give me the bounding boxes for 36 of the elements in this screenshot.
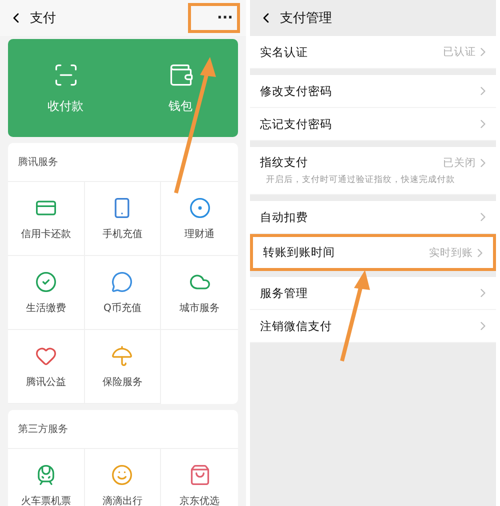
bag-icon bbox=[188, 464, 211, 486]
smile-icon bbox=[111, 464, 134, 486]
row-label: 注销微信支付 bbox=[260, 318, 333, 334]
row-value: 已关闭 bbox=[443, 156, 476, 170]
row-label: 服务管理 bbox=[260, 286, 309, 300]
service-item[interactable]: 保险服务 bbox=[84, 330, 162, 404]
chat-icon bbox=[111, 270, 134, 292]
settings-row[interactable]: 转账到账时间 实时到账 bbox=[250, 234, 496, 271]
service-item[interactable]: 手机充值 bbox=[84, 182, 162, 256]
check-icon bbox=[34, 270, 57, 292]
page-title: 支付 bbox=[30, 10, 57, 27]
row-label: 忘记支付密码 bbox=[260, 116, 333, 132]
row-note: 开启后，支付时可通过验证指纹，快速完成付款 bbox=[265, 174, 456, 187]
service-item[interactable]: 信用卡还款 bbox=[8, 182, 85, 256]
row-label: 自动扣费 bbox=[260, 210, 309, 224]
row-value: 实时到账 bbox=[429, 246, 473, 260]
settings-row[interactable]: 指纹支付 已关闭 开启后，支付时可通过验证指纹，快速完成付款 bbox=[250, 147, 496, 195]
settings-row[interactable]: 忘记支付密码 bbox=[250, 108, 496, 141]
service-item[interactable]: Q币充值 bbox=[84, 256, 162, 330]
settings-row[interactable]: 实名认证 已认证 bbox=[250, 36, 496, 69]
settings-row[interactable]: 修改支付密码 bbox=[250, 75, 496, 108]
more-button[interactable]: ··· bbox=[188, 3, 240, 33]
circle-icon bbox=[188, 196, 211, 218]
row-label: 实名认证 bbox=[260, 44, 309, 60]
row-label: 修改支付密码 bbox=[260, 84, 333, 98]
settings-row[interactable]: 自动扣费 bbox=[250, 201, 496, 234]
row-label: 转账到账时间 bbox=[263, 245, 336, 260]
wallet-icon bbox=[168, 62, 194, 88]
row-value: 已认证 bbox=[443, 45, 476, 59]
umbrella-icon bbox=[111, 344, 134, 366]
row-label: 指纹支付 bbox=[260, 155, 309, 170]
settings-row[interactable]: 注销微信支付 bbox=[250, 310, 496, 343]
scan-icon bbox=[52, 62, 78, 88]
page-title: 支付管理 bbox=[280, 10, 333, 27]
service-item[interactable]: 生活缴费 bbox=[8, 256, 85, 330]
service-item[interactable]: 腾讯公益 bbox=[8, 330, 85, 404]
